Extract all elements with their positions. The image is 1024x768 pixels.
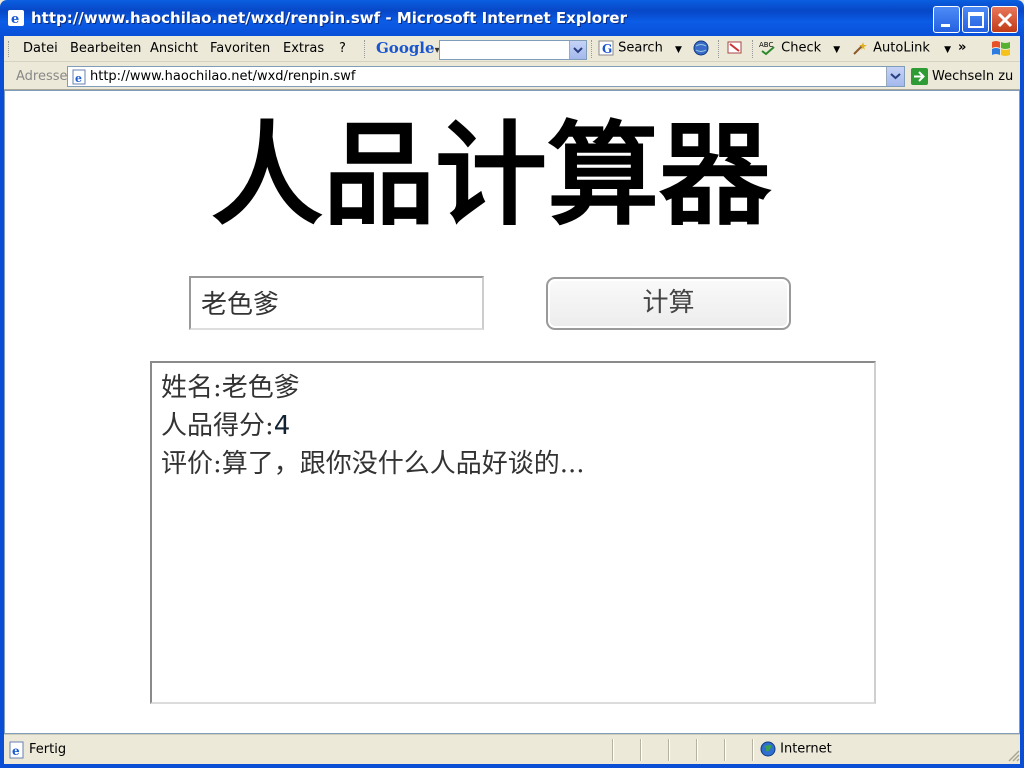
chevron-down-icon xyxy=(890,73,901,80)
status-separator xyxy=(668,739,670,761)
magic-wand-icon xyxy=(853,42,867,55)
resize-grip-icon[interactable] xyxy=(1008,750,1020,762)
maximize-icon xyxy=(968,12,984,28)
ie-icon: e xyxy=(7,9,25,27)
status-separator xyxy=(640,739,642,761)
status-separator xyxy=(752,739,754,761)
chevron-down-icon xyxy=(573,47,583,54)
toolbar-separator xyxy=(752,40,754,58)
status-bar: e Fertig Internet xyxy=(0,734,1024,768)
go-label: Wechseln zu xyxy=(932,69,1014,84)
window-frame-bottom xyxy=(0,764,1024,768)
check-label: Check xyxy=(781,40,822,56)
minimize-icon xyxy=(941,24,950,27)
toolbar-separator xyxy=(364,40,366,58)
search-dropdown-icon[interactable]: ▼ xyxy=(675,45,682,55)
autolink-button[interactable]: AutoLink ▼ xyxy=(851,40,951,58)
result-comment-value: 算了，跟你没什么人品好谈的... xyxy=(221,449,585,479)
toolbar-more-button[interactable]: » xyxy=(958,40,966,58)
result-box[interactable]: 姓名:老色爹 人品得分:4 评价:算了，跟你没什么人品好谈的... xyxy=(150,361,876,704)
result-name-line: 姓名:老色爹 xyxy=(161,369,865,407)
toolbar-separator xyxy=(591,40,593,58)
globe-icon xyxy=(693,40,709,56)
address-input[interactable]: e http://www.haochilao.net/wxd/renpin.sw… xyxy=(67,66,905,87)
address-label: Adresse xyxy=(16,69,68,84)
autolink-dropdown-icon[interactable]: ▼ xyxy=(944,45,951,55)
close-icon xyxy=(997,12,1013,28)
pagerank-button[interactable] xyxy=(693,40,709,58)
search-label: Search xyxy=(618,40,663,56)
window-frame-left xyxy=(0,36,4,768)
autolink-label: AutoLink xyxy=(873,40,930,56)
minimize-button[interactable] xyxy=(933,6,960,33)
menu-ansicht[interactable]: Ansicht xyxy=(150,41,198,56)
spellcheck-icon: ABC xyxy=(759,41,775,56)
window-frame-right xyxy=(1020,36,1024,768)
status-separator xyxy=(696,739,698,761)
result-comment-label: 评价: xyxy=(161,449,222,479)
result-name-value: 老色爹 xyxy=(221,373,300,403)
popup-blocker-button[interactable] xyxy=(726,40,744,58)
calculate-button[interactable]: 计算 xyxy=(546,277,791,330)
go-arrow-icon xyxy=(911,68,928,85)
popup-blocker-icon xyxy=(727,41,742,54)
google-search-input[interactable] xyxy=(439,40,587,60)
status-separator xyxy=(612,739,614,761)
svg-text:ABC: ABC xyxy=(759,41,773,49)
security-zone: Internet xyxy=(760,741,832,757)
title-bar: e http://www.haochilao.net/wxd/renpin.sw… xyxy=(0,0,1024,36)
google-logo-text: Google xyxy=(376,39,435,57)
menu-bar: Datei Bearbeiten Ansicht Favoriten Extra… xyxy=(0,36,1024,62)
toolbar-grip[interactable] xyxy=(8,41,11,57)
check-dropdown-icon[interactable]: ▼ xyxy=(833,45,840,55)
close-button[interactable] xyxy=(991,6,1018,33)
page-content: 人品计算器 老色爹 计算 姓名:老色爹 人品得分:4 评价:算了，跟你没什么人品… xyxy=(4,90,1020,734)
status-separator xyxy=(724,739,726,761)
windows-logo-icon xyxy=(992,41,1010,56)
window-title: http://www.haochilao.net/wxd/renpin.swf … xyxy=(31,9,627,27)
result-name-label: 姓名: xyxy=(161,373,222,403)
google-search-dropdown[interactable] xyxy=(569,41,586,59)
google-search-button[interactable]: G Search ▼ xyxy=(598,40,682,58)
maximize-button[interactable] xyxy=(962,6,989,33)
menu-help[interactable]: ? xyxy=(339,41,346,56)
result-comment-line: 评价:算了，跟你没什么人品好谈的... xyxy=(161,445,865,483)
result-score-line: 人品得分:4 xyxy=(161,407,865,445)
address-dropdown[interactable] xyxy=(886,67,904,86)
name-input[interactable]: 老色爹 xyxy=(189,276,484,330)
ie-page-icon: e xyxy=(9,741,24,759)
result-score-value: 4 xyxy=(273,411,291,441)
app-title: 人品计算器 xyxy=(211,111,771,241)
go-button[interactable]: Wechseln zu xyxy=(911,68,1013,85)
svg-text:G: G xyxy=(602,42,612,56)
security-zone-label: Internet xyxy=(780,741,832,757)
menu-bearbeiten[interactable]: Bearbeiten xyxy=(70,41,141,56)
google-logo[interactable]: Google▾ xyxy=(376,39,440,57)
globe-icon xyxy=(760,741,776,757)
result-score-label: 人品得分: xyxy=(161,411,274,441)
svg-text:e: e xyxy=(12,744,20,758)
menu-extras[interactable]: Extras xyxy=(283,41,324,56)
menu-favoriten[interactable]: Favoriten xyxy=(210,41,270,56)
status-text: Fertig xyxy=(29,742,67,757)
toolbar-separator xyxy=(718,40,720,58)
spell-check-button[interactable]: ABC Check ▼ xyxy=(759,40,840,58)
address-url: http://www.haochilao.net/wxd/renpin.swf xyxy=(90,69,356,84)
svg-text:e: e xyxy=(75,72,82,85)
google-g-icon: G xyxy=(598,40,614,56)
ie-page-icon: e xyxy=(72,69,86,85)
menu-datei[interactable]: Datei xyxy=(23,41,58,56)
svg-text:e: e xyxy=(11,12,19,27)
address-bar: Adresse e http://www.haochilao.net/wxd/r… xyxy=(0,62,1024,90)
